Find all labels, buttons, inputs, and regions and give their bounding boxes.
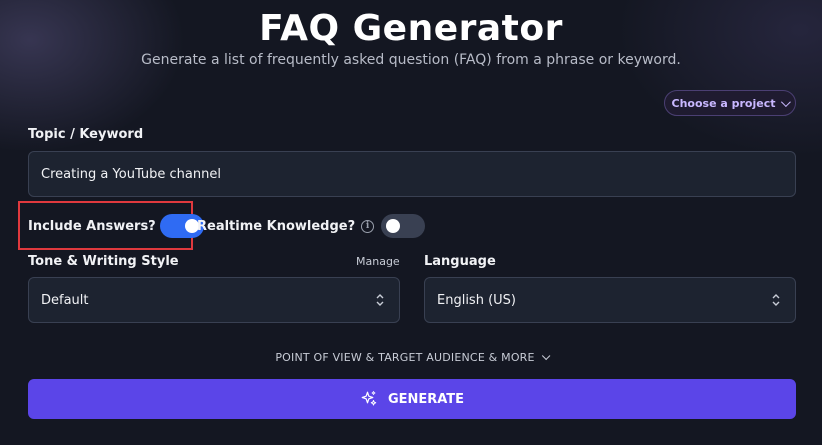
chevron-down-icon (541, 351, 551, 361)
realtime-knowledge-toggle[interactable] (381, 214, 426, 238)
language-label: Language (424, 254, 496, 269)
realtime-knowledge-row: Realtime Knowledge? i (197, 214, 426, 238)
select-arrows-icon (772, 294, 780, 306)
toggle-knob (386, 219, 401, 233)
generate-label: GENERATE (387, 391, 465, 407)
more-options-label: POINT OF VIEW & TARGET AUDIENCE & MORE (275, 351, 535, 364)
manage-link[interactable]: Manage (356, 255, 400, 268)
include-answers-label: Include Answers? (28, 218, 156, 234)
page-title: FAQ Generator (259, 8, 563, 49)
include-answers-row: Include Answers? (28, 214, 204, 238)
tone-select-value: Default (41, 292, 89, 308)
select-arrows-icon (376, 294, 384, 306)
generate-button[interactable]: GENERATE (28, 379, 796, 419)
tone-select[interactable]: Default (28, 277, 400, 323)
page-subtitle: Generate a list of frequently asked ques… (141, 52, 681, 68)
choose-project-label: Choose a project (671, 96, 776, 110)
topic-input-value: Creating a YouTube channel (41, 166, 221, 182)
chevron-down-icon (781, 96, 792, 107)
info-icon[interactable]: i (361, 219, 375, 233)
topic-input[interactable]: Creating a YouTube channel (28, 151, 796, 197)
topic-label: Topic / Keyword (28, 127, 144, 142)
language-select-value: English (US) (437, 292, 516, 308)
more-options-toggle[interactable]: POINT OF VIEW & TARGET AUDIENCE & MORE (0, 351, 822, 364)
tone-label: Tone & Writing Style (28, 254, 179, 269)
choose-project-button[interactable]: Choose a project (664, 90, 796, 116)
language-select[interactable]: English (US) (424, 277, 796, 323)
sparkles-icon (361, 391, 377, 406)
realtime-knowledge-label: Realtime Knowledge? (197, 218, 356, 234)
